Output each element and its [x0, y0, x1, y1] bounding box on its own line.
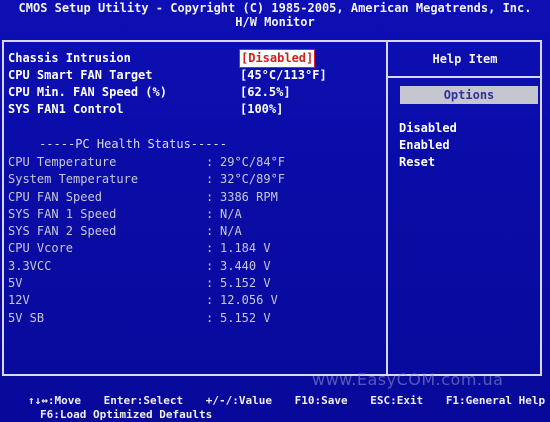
health-label: System Temperature: [8, 172, 139, 187]
footer-row-2: F6:Load Optimized Defaults: [40, 408, 212, 422]
health-colon: :: [206, 224, 214, 239]
help-option: Enabled: [399, 138, 450, 152]
health-colon: :: [206, 155, 214, 169]
health-colon: :: [206, 189, 214, 204]
key-save: F10:Save: [294, 394, 348, 407]
health-colon: :: [206, 241, 214, 256]
health-colon: :: [206, 293, 214, 308]
setting-value[interactable]: [100%]: [240, 101, 283, 118]
health-value: 5.152 V: [220, 310, 271, 325]
health-label: CPU Temperature: [8, 155, 117, 169]
health-value: 29°C/84°F: [220, 155, 286, 169]
page-title: H/W Monitor: [235, 15, 315, 29]
key-load-defaults: F6:Load Optimized Defaults: [40, 408, 213, 421]
header-copyright: CMOS Setup Utility - Copyright (C) 1985-…: [18, 1, 532, 15]
arrow-keys-icon: ↑↓↔:: [28, 394, 55, 407]
health-label: 12V: [8, 293, 30, 308]
setting-value[interactable]: [62.5%]: [240, 84, 291, 101]
health-status-title: -----PC Health Status-----: [39, 137, 227, 151]
key-move: ↑↓↔:Move: [28, 394, 81, 407]
setting-label: CPU Smart FAN Target: [8, 68, 153, 82]
health-colon: :: [206, 258, 214, 273]
footer-key-legend: ↑↓↔:Move Enter:Select +/-/:Value F10:Sav…: [0, 392, 550, 422]
help-option: Reset: [399, 155, 436, 169]
key-value: +/-/:Value: [205, 394, 272, 407]
panel-divider: [386, 40, 388, 376]
health-colon: :: [206, 206, 214, 221]
health-value: N/A: [220, 224, 242, 239]
health-value: 32°C/89°F: [220, 172, 286, 187]
watermark: www.EasyCOM.com.ua: [312, 370, 504, 389]
help-separator: [388, 76, 542, 78]
setting-label: SYS FAN1 Control: [8, 102, 124, 116]
key-help: F1:General Help: [445, 394, 546, 407]
health-value: 12.056 V: [220, 293, 278, 308]
health-label: SYS FAN 1 Speed: [8, 206, 117, 221]
footer-row-1: ↑↓↔:Move Enter:Select +/-/:Value F10:Sav…: [28, 394, 545, 408]
setting-value[interactable]: [45°C/113°F]: [240, 67, 327, 84]
health-colon: :: [206, 172, 214, 187]
health-value: 5.152 V: [220, 276, 271, 291]
health-colon: :: [206, 310, 214, 325]
health-value: N/A: [220, 206, 242, 221]
health-label: CPU FAN Speed: [8, 189, 102, 204]
setting-label: Chassis Intrusion: [8, 51, 131, 65]
setting-value-selected[interactable]: [Disabled]: [238, 49, 316, 68]
key-exit: ESC:Exit: [370, 394, 424, 407]
help-item-title: Help Item: [432, 52, 498, 66]
setting-label: CPU Min. FAN Speed (%): [8, 85, 167, 99]
help-options-header: Options: [400, 86, 538, 104]
key-move-label: Move: [54, 394, 82, 407]
health-label: 3.3VCC: [8, 258, 52, 273]
health-colon: :: [206, 276, 214, 291]
health-value: 3.440 V: [220, 258, 271, 273]
key-select: Enter:Select: [103, 394, 184, 407]
health-value: 3386 RPM: [220, 189, 278, 204]
help-options-list: Disabled Enabled Reset: [399, 120, 457, 171]
help-option: Disabled: [399, 121, 457, 135]
health-label: 5V: [8, 276, 23, 291]
header: CMOS Setup Utility - Copyright (C) 1985-…: [0, 0, 550, 30]
health-label: CPU Vcore: [8, 241, 74, 256]
health-label: 5V SB: [8, 310, 45, 325]
bios-screen: CMOS Setup Utility - Copyright (C) 1985-…: [0, 0, 550, 422]
health-label: SYS FAN 2 Speed: [8, 224, 117, 239]
health-value: 1.184 V: [220, 241, 271, 256]
